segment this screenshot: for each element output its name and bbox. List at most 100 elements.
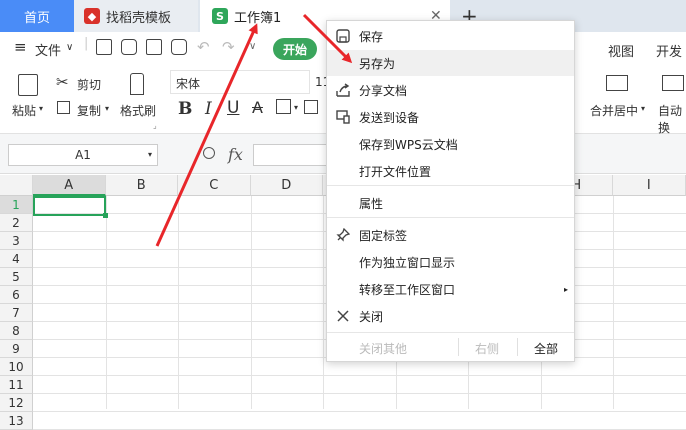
save-to-cloud-item[interactable]: 保存到WPS云文档 [327,131,574,157]
row-header[interactable]: 1 [0,196,33,214]
paste-button[interactable]: 粘贴 [12,102,36,119]
pin-tab-item[interactable]: 固定标签 [327,222,574,248]
row-header[interactable]: 10 [0,358,33,376]
file-menu[interactable]: 文件 [35,40,61,59]
column-header[interactable]: C [178,175,251,196]
row-header[interactable]: 8 [0,322,33,340]
tab-template[interactable]: ◆ 找稻壳模板 [74,0,198,32]
underline-button[interactable]: U [227,98,239,118]
divider [327,217,574,218]
close-item[interactable]: 关闭 [327,303,574,329]
tab-workbook-label: 工作簿1 [234,7,281,26]
chevron-down-icon[interactable]: ▾ [641,104,645,113]
menu-item-label: 发送到设备 [359,109,419,126]
italic-button[interactable]: I [205,99,212,119]
print-icon[interactable] [146,39,162,55]
send-to-device-item[interactable]: 发送到设备 [327,104,574,130]
fill-handle[interactable] [103,213,108,218]
fill-color-icon[interactable] [304,100,318,114]
pin-icon [336,228,350,242]
row-header[interactable]: 11 [0,376,33,394]
menu-item-label: 保存 [359,28,383,45]
gridline [33,393,686,394]
column-header[interactable]: D [251,175,324,196]
copy-button[interactable]: 复制 [77,102,101,119]
share-item[interactable]: 分享文档 [327,77,574,103]
chevron-down-icon[interactable]: ∨ [249,41,256,52]
paste-icon[interactable] [18,74,38,96]
expand-icon[interactable]: ⌟ [153,121,157,130]
row-header[interactable]: 12 [0,394,33,412]
bold-button[interactable]: B [178,99,192,119]
close-right-item: 右侧 [475,340,499,357]
menu-footer: 关闭其他 右侧 全部 [327,332,574,362]
menu-item-label: 保存到WPS云文档 [359,136,458,153]
select-all-corner[interactable] [0,175,33,196]
separate-window-item[interactable]: 作为独立窗口显示 [327,249,574,275]
formula-input[interactable] [253,144,333,166]
submenu-arrow-icon: ▸ [564,285,568,294]
row-header[interactable]: 6 [0,286,33,304]
tab-home[interactable]: 首页 [0,0,74,32]
row-header[interactable]: 9 [0,340,33,358]
strikethrough-button[interactable]: A [252,98,263,117]
export-icon[interactable] [121,39,137,55]
border-icon[interactable] [276,99,291,114]
format-painter-button[interactable]: 格式刷 [120,102,156,119]
menu-item-label: 关闭 [359,308,383,325]
divider [327,185,574,186]
font-select[interactable]: 宋体 11 [170,70,310,94]
format-painter-icon[interactable] [130,73,144,95]
undo-icon[interactable]: ↶ [197,38,210,56]
open-location-item[interactable]: 打开文件位置 [327,158,574,184]
close-icon [336,309,350,323]
font-name: 宋体 [176,75,200,92]
menu-item-label: 另存为 [359,55,395,72]
share-icon [336,83,350,97]
move-to-workspace-item[interactable]: 转移至工作区窗口▸ [327,276,574,302]
auto-wrap-icon[interactable] [662,75,684,91]
column-header[interactable]: B [106,175,179,196]
row-header[interactable]: 7 [0,304,33,322]
save-icon[interactable] [96,39,112,55]
name-box[interactable]: A1▾ [8,144,158,166]
save-item[interactable]: 保存 [327,23,574,49]
close-others-item: 关闭其他 [359,340,407,357]
scissors-icon[interactable]: ✂ [56,73,69,91]
row-header[interactable]: 13 [0,412,33,430]
close-all-item[interactable]: 全部 [534,340,558,357]
chevron-down-icon[interactable]: ▾ [294,103,298,112]
gridline [33,411,686,412]
gridline [33,375,686,376]
properties-item[interactable]: 属性 [327,190,574,216]
tab-view[interactable]: 视图 [608,41,634,60]
menu-icon[interactable]: ≡ [14,38,27,56]
auto-wrap-button[interactable]: 自动换 [658,102,686,136]
merge-center-icon[interactable] [606,75,628,91]
save-icon [336,29,350,43]
divider: | [84,36,88,51]
tab-home-label: 首页 [24,7,50,26]
menu-item-label: 作为独立窗口显示 [359,254,455,271]
merge-center-button[interactable]: 合并居中 [590,102,638,119]
redo-icon[interactable]: ↷ [222,38,235,56]
selected-cell[interactable] [33,196,106,216]
column-header[interactable]: I [613,175,686,196]
chevron-down-icon[interactable]: ▾ [148,145,152,165]
row-header[interactable]: 5 [0,268,33,286]
chevron-down-icon[interactable]: ▾ [105,104,109,113]
save-as-item[interactable]: 另存为 [327,50,574,76]
row-header[interactable]: 3 [0,232,33,250]
fx-icon[interactable]: fx [228,145,243,164]
cut-button[interactable]: 剪切 [77,76,101,93]
tab-start[interactable]: 开始 [273,38,317,60]
print-preview-icon[interactable] [171,39,187,55]
row-header[interactable]: 2 [0,214,33,232]
copy-icon[interactable] [57,101,70,114]
chevron-down-icon[interactable]: ∨ [66,42,73,53]
tab-context-menu: 保存另存为分享文档发送到设备保存到WPS云文档打开文件位置属性固定标签作为独立窗… [326,20,575,362]
chevron-down-icon[interactable]: ▾ [39,104,43,113]
column-header[interactable]: A [33,175,106,196]
row-header[interactable]: 4 [0,250,33,268]
zoom-icon[interactable] [203,147,215,159]
